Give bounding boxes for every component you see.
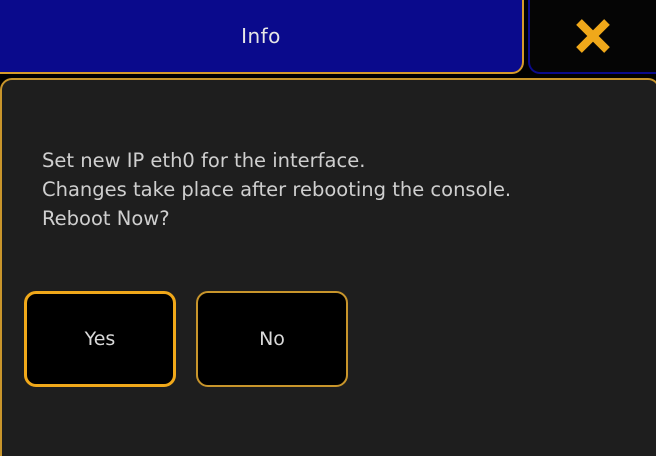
close-button[interactable] (528, 0, 656, 74)
close-x-icon (576, 19, 610, 53)
no-button-label: No (259, 328, 285, 350)
message-line-reboot-question: Reboot Now? (42, 207, 170, 230)
yes-button[interactable]: Yes (24, 291, 176, 387)
no-button[interactable]: No (196, 291, 348, 387)
dialog-title-bar: Info (0, 0, 524, 74)
dialog-message: Set new IP eth0 for the interface. Chang… (42, 146, 511, 233)
message-line-ip: Set new IP eth0 for the interface. (42, 149, 366, 172)
dialog-title: Info (241, 24, 281, 48)
dialog-panel: Set new IP eth0 for the interface. Chang… (0, 78, 656, 456)
message-line-changes: Changes take place after rebooting the c… (42, 178, 512, 201)
yes-button-label: Yes (84, 328, 116, 350)
